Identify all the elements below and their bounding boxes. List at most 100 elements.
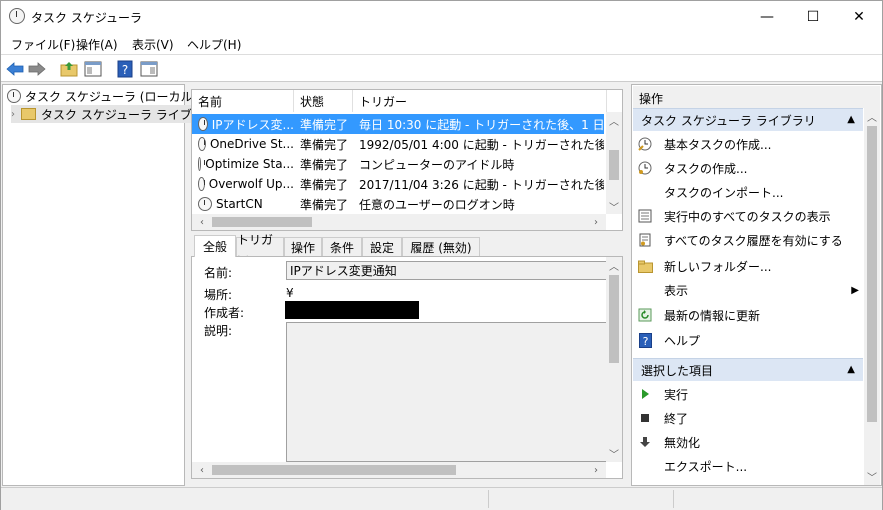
action-disable[interactable]: 無効化 — [637, 432, 700, 452]
folder-up-icon[interactable] — [59, 59, 79, 79]
refresh-icon — [637, 307, 653, 323]
task-status: 準備完了 — [300, 137, 349, 152]
table-row[interactable]: OneDrive St... 準備完了 1992/05/01 4:00 に起動 … — [192, 134, 604, 154]
chevron-down-icon[interactable]: ﹀ — [606, 445, 622, 461]
tree-root-label: タスク スケジューラ (ローカル) — [25, 89, 198, 104]
name-field[interactable]: IPアドレス変更通知 — [286, 261, 608, 280]
action-label: 最新の情報に更新 — [664, 308, 761, 323]
section-header-library[interactable]: タスク スケジューラ ライブラリ ▲ — [633, 108, 863, 131]
action-export[interactable]: エクスポート... — [637, 456, 747, 476]
chevron-right-icon[interactable]: › — [588, 462, 604, 478]
label-location: 場所: — [204, 288, 233, 302]
action-end[interactable]: 終了 — [637, 408, 688, 428]
chevron-right-icon[interactable]: › — [11, 109, 15, 120]
minimize-button[interactable]: — — [744, 1, 790, 32]
section-header-selected-item[interactable]: 選択した項目 ▲ — [633, 358, 863, 381]
tree-item-library[interactable]: › タスク スケジューラ ライブラリ — [11, 105, 220, 123]
new-folder-icon — [637, 258, 653, 274]
detail-hscrollbar[interactable]: ‹ › — [192, 462, 606, 478]
scroll-thumb[interactable] — [609, 150, 619, 180]
action-label: ヘルプ — [664, 333, 701, 348]
action-refresh[interactable]: 最新の情報に更新 — [637, 305, 760, 325]
task-list-hscrollbar[interactable]: ‹ › — [192, 214, 606, 230]
column-header-name[interactable]: 名前 — [192, 90, 294, 112]
action-label: タスクの作成... — [664, 161, 748, 176]
actions-vscrollbar[interactable]: ︿ ﹀ — [864, 108, 880, 485]
action-enable-history[interactable]: すべてのタスク履歴を有効にする — [637, 230, 843, 250]
list-window-icon — [637, 208, 653, 224]
action-help[interactable]: ? ヘルプ — [637, 330, 700, 350]
chevron-up-icon[interactable]: ︿ — [864, 108, 880, 124]
task-clock-icon — [198, 197, 212, 211]
tab-triggers[interactable]: トリガー — [236, 233, 284, 264]
clock-app-icon — [9, 8, 25, 24]
maximize-button[interactable]: ☐ — [790, 1, 836, 32]
forward-arrow-icon[interactable] — [27, 59, 47, 79]
tab-actions[interactable]: 操作 — [284, 237, 322, 257]
help-icon[interactable]: ? — [115, 59, 135, 79]
action-label: 新しいフォルダー... — [664, 259, 772, 274]
table-row[interactable]: Overwolf Up... 準備完了 2017/11/04 3:26 に起動 … — [192, 174, 604, 194]
table-row[interactable]: StartCN 準備完了 任意のユーザーのログオン時 — [192, 194, 604, 214]
action-new-folder[interactable]: 新しいフォルダー... — [637, 256, 771, 276]
status-divider — [488, 490, 489, 508]
chevron-down-icon[interactable]: ﹀ — [864, 468, 880, 484]
chevron-up-icon[interactable]: ︿ — [606, 257, 622, 273]
svg-text:?: ? — [642, 335, 648, 348]
menu-bar: ファイル(F) 操作(A) 表示(V) ヘルプ(H) — [1, 32, 882, 54]
task-name: Optimize Sta... — [205, 157, 294, 171]
task-scheduler-window: タスク スケジューラ — ☐ ✕ ファイル(F) 操作(A) 表示(V) ヘルプ… — [0, 0, 883, 510]
chevron-up-icon[interactable]: ︿ — [606, 112, 622, 128]
svg-text:?: ? — [122, 63, 128, 77]
detail-vscrollbar[interactable]: ︿ ﹀ — [606, 257, 622, 462]
action-view[interactable]: 表示 ▶ — [637, 280, 859, 300]
scroll-thumb[interactable] — [212, 465, 456, 475]
menu-action[interactable]: 操作(A) — [76, 36, 118, 53]
action-create-basic-task[interactable]: 基本タスクの作成... — [637, 134, 771, 154]
chevron-left-icon[interactable]: ‹ — [194, 462, 210, 478]
collapse-up-icon[interactable]: ▲ — [847, 364, 855, 375]
column-header-trigger[interactable]: トリガー — [353, 90, 607, 112]
toolbar: ? — [1, 54, 882, 82]
tab-settings[interactable]: 設定 — [362, 237, 402, 257]
scroll-thumb[interactable] — [609, 275, 619, 363]
menu-view[interactable]: 表示(V) — [132, 36, 174, 53]
basic-task-icon — [637, 136, 653, 152]
chevron-left-icon[interactable]: ‹ — [194, 214, 210, 230]
column-header-status[interactable]: 状態 — [294, 90, 353, 112]
status-bar — [1, 487, 882, 510]
task-list-vscrollbar[interactable]: ︿ ﹀ — [606, 112, 622, 214]
description-field[interactable] — [286, 322, 608, 462]
action-create-task[interactable]: タスクの作成... — [637, 158, 747, 178]
task-trigger: コンピューターのアイドル時 — [359, 157, 515, 172]
scroll-thumb[interactable] — [867, 126, 877, 422]
action-label: 実行 — [664, 387, 689, 402]
show-hide-action-pane-icon[interactable] — [139, 59, 159, 79]
tab-history[interactable]: 履歴 (無効) — [402, 237, 480, 257]
table-row[interactable]: Optimize Sta... 準備完了 コンピューターのアイドル時 — [192, 154, 604, 174]
show-hide-tree-icon[interactable] — [83, 59, 103, 79]
task-status: 準備完了 — [300, 177, 349, 192]
label-description: 説明: — [204, 324, 233, 338]
tab-general[interactable]: 全般 — [194, 235, 236, 257]
close-button[interactable]: ✕ — [836, 1, 882, 32]
scroll-thumb[interactable] — [212, 217, 312, 227]
tree-root[interactable]: タスク スケジューラ (ローカル) — [7, 87, 197, 105]
menu-file[interactable]: ファイル(F) — [11, 36, 75, 53]
action-import-task[interactable]: タスクのインポート... — [637, 182, 783, 202]
folder-icon — [21, 108, 36, 120]
action-label: タスクのインポート... — [664, 185, 784, 200]
tab-conditions[interactable]: 条件 — [322, 237, 362, 257]
back-arrow-icon[interactable] — [5, 59, 25, 79]
menu-help[interactable]: ヘルプ(H) — [187, 36, 241, 53]
collapse-up-icon[interactable]: ▲ — [847, 114, 855, 125]
task-name: IPアドレス変... — [211, 117, 294, 132]
task-trigger: 毎日 10:30 に起動 - トリガーされた後、1 日間 の間 — [359, 117, 604, 132]
action-show-running-tasks[interactable]: 実行中のすべてのタスクの表示 — [637, 206, 831, 226]
chevron-down-icon[interactable]: ﹀ — [606, 198, 622, 214]
task-clock-icon — [198, 117, 208, 131]
chevron-right-icon[interactable]: › — [588, 214, 604, 230]
action-run[interactable]: 実行 — [637, 384, 688, 404]
actions-pane-title: 操作 — [633, 86, 880, 108]
table-row[interactable]: IPアドレス変... 準備完了 毎日 10:30 に起動 - トリガーされた後、… — [192, 114, 604, 134]
